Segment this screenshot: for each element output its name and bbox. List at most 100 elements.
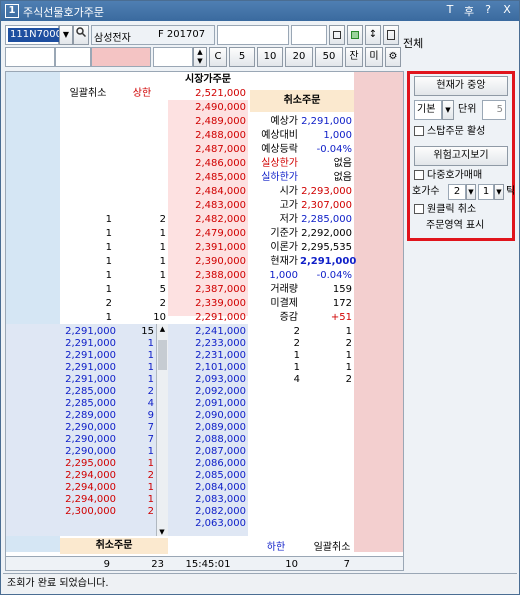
bid-price[interactable]: 2,087,000 <box>170 446 246 458</box>
qty-20-button[interactable]: 20 <box>285 47 313 67</box>
unfilled-button[interactable]: 미 <box>365 47 383 67</box>
order-price[interactable]: 2,290,000 <box>60 422 116 434</box>
bid-price[interactable]: 2,082,000 <box>170 506 246 518</box>
ask-price[interactable]: 2,489,000 <box>170 116 246 128</box>
order-price[interactable]: 2,290,000 <box>60 446 116 458</box>
qty-50-button[interactable]: 50 <box>315 47 343 67</box>
cancel-all-top[interactable]: 일괄취소 <box>60 88 116 100</box>
bid-price[interactable]: 2,084,000 <box>170 482 246 494</box>
one-click-cancel-toggle[interactable]: 원클릭 취소 <box>414 204 476 216</box>
ask-price[interactable]: 2,487,000 <box>170 144 246 156</box>
ask-price[interactable]: 2,521,000 <box>170 88 246 100</box>
stop-order-checkbox[interactable] <box>414 126 424 136</box>
order-price[interactable]: 2,290,000 <box>60 434 116 446</box>
cancel-all-bottom[interactable]: 일괄취소 <box>304 542 360 554</box>
order-price[interactable]: 2,300,000 <box>60 506 116 518</box>
layout-button[interactable] <box>329 25 345 45</box>
sort-button[interactable]: ↕ <box>365 25 381 45</box>
ask-price[interactable]: 2,488,000 <box>170 130 246 142</box>
stop-order-toggle[interactable]: 스탑주문 활성 <box>414 126 485 138</box>
base-select[interactable]: 기본 <box>414 100 442 120</box>
base-dropdown[interactable]: ▼ <box>442 100 454 120</box>
pin-button[interactable]: 후 <box>463 3 475 19</box>
order-price[interactable]: 2,294,000 <box>60 482 116 494</box>
order-price[interactable]: 2,294,000 <box>60 494 116 506</box>
ask-price[interactable]: 2,339,000 <box>170 298 246 310</box>
bid-price[interactable]: 2,241,000 <box>170 326 246 338</box>
order-price[interactable]: 2,291,000 <box>60 374 116 386</box>
info-value: 없음 <box>333 172 352 183</box>
ask-price[interactable]: 2,484,000 <box>170 186 246 198</box>
multi-order-toggle[interactable]: 다중호가매매 <box>414 170 482 182</box>
bid-price[interactable]: 2,090,000 <box>170 410 246 422</box>
order-price[interactable]: 2,289,000 <box>60 410 116 422</box>
help-button[interactable]: ? <box>482 3 494 19</box>
ask-price[interactable]: 2,291,000 <box>170 312 246 324</box>
order-qty-input[interactable] <box>5 47 55 67</box>
hoga-dropdown-1[interactable]: ▼ <box>466 184 476 200</box>
password-input[interactable] <box>291 25 327 45</box>
export-button[interactable] <box>383 25 399 45</box>
qty-input[interactable] <box>153 47 193 67</box>
ask-price[interactable]: 2,391,000 <box>170 242 246 254</box>
bid-price[interactable]: 2,085,000 <box>170 470 246 482</box>
settings-button[interactable]: ⚙ <box>385 47 401 67</box>
order-price[interactable]: 2,295,000 <box>60 458 116 470</box>
current-center-button[interactable]: 현재가 중앙 <box>414 76 508 96</box>
multi-order-checkbox[interactable] <box>414 170 424 180</box>
balance-button[interactable]: 잔 <box>345 47 363 67</box>
bid-price[interactable]: 2,093,000 <box>170 374 246 386</box>
ask-price[interactable]: 2,490,000 <box>170 102 246 114</box>
code-dropdown-button[interactable]: ▼ <box>59 25 73 45</box>
unit-input[interactable]: 5 <box>482 100 506 120</box>
market-order-header[interactable]: 시장가주문 <box>168 74 248 86</box>
order-price[interactable]: 2,294,000 <box>60 470 116 482</box>
bid-price[interactable]: 2,086,000 <box>170 458 246 470</box>
search-button[interactable] <box>73 25 89 45</box>
order-price[interactable]: 2,291,000 <box>60 362 116 374</box>
font-button[interactable]: T <box>444 3 456 19</box>
one-click-cancel-checkbox[interactable] <box>414 204 424 214</box>
bid-price[interactable]: 2,091,000 <box>170 398 246 410</box>
bottom-cancel-order-button[interactable]: 취소주문 <box>60 538 168 554</box>
bid-price[interactable]: 2,083,000 <box>170 494 246 506</box>
bid-price[interactable]: 2,101,000 <box>170 362 246 374</box>
qty-clear-button[interactable]: C <box>209 47 227 67</box>
account-select[interactable] <box>217 25 289 45</box>
bid-price[interactable]: 2,089,000 <box>170 422 246 434</box>
price-input[interactable] <box>91 47 151 67</box>
qty-10-button[interactable]: 10 <box>257 47 283 67</box>
order-price[interactable]: 2,285,000 <box>60 386 116 398</box>
bid-price[interactable]: 2,092,000 <box>170 386 246 398</box>
ask-price[interactable]: 2,483,000 <box>170 200 246 212</box>
cancel-order-button[interactable]: 취소주문 <box>250 90 354 112</box>
ask-price[interactable]: 2,390,000 <box>170 256 246 268</box>
ask-price[interactable]: 2,388,000 <box>170 270 246 282</box>
ask-price[interactable]: 2,479,000 <box>170 228 246 240</box>
bid-price[interactable]: 2,063,000 <box>170 518 246 530</box>
hoga-dropdown-2[interactable]: ▼ <box>494 184 504 200</box>
qty-5-button[interactable]: 5 <box>229 47 255 67</box>
bid-price[interactable]: 2,088,000 <box>170 434 246 446</box>
order-price[interactable]: 2,291,000 <box>60 338 116 350</box>
order-price[interactable]: 2,285,000 <box>60 398 116 410</box>
scrollbar-thumb[interactable] <box>158 340 167 370</box>
hoga-select-1[interactable]: 2 <box>448 184 466 200</box>
scrollbar[interactable]: ▲ ▼ <box>156 324 168 536</box>
ask-price[interactable]: 2,486,000 <box>170 158 246 170</box>
ask-price[interactable]: 2,482,000 <box>170 214 246 226</box>
option-panel: 현재가 중앙 기본 ▼ 단위 5 스탑주문 활성 위험고지보기 다중호가매매 호… <box>407 71 515 241</box>
order-type-input[interactable] <box>55 47 91 67</box>
chart-button[interactable] <box>347 25 363 45</box>
hoga-select-2[interactable]: 1 <box>478 184 494 200</box>
ask-price[interactable]: 2,387,000 <box>170 284 246 296</box>
order-price[interactable]: 2,291,000 <box>60 326 116 338</box>
close-button[interactable]: X <box>501 3 513 19</box>
qty-stepper[interactable]: ▲ ▼ <box>193 47 207 67</box>
risk-notice-button[interactable]: 위험고지보기 <box>414 146 508 166</box>
code-input[interactable]: 111N7000 <box>5 25 65 45</box>
bid-price[interactable]: 2,231,000 <box>170 350 246 362</box>
ask-price[interactable]: 2,485,000 <box>170 172 246 184</box>
bid-price[interactable]: 2,233,000 <box>170 338 246 350</box>
order-price[interactable]: 2,291,000 <box>60 350 116 362</box>
